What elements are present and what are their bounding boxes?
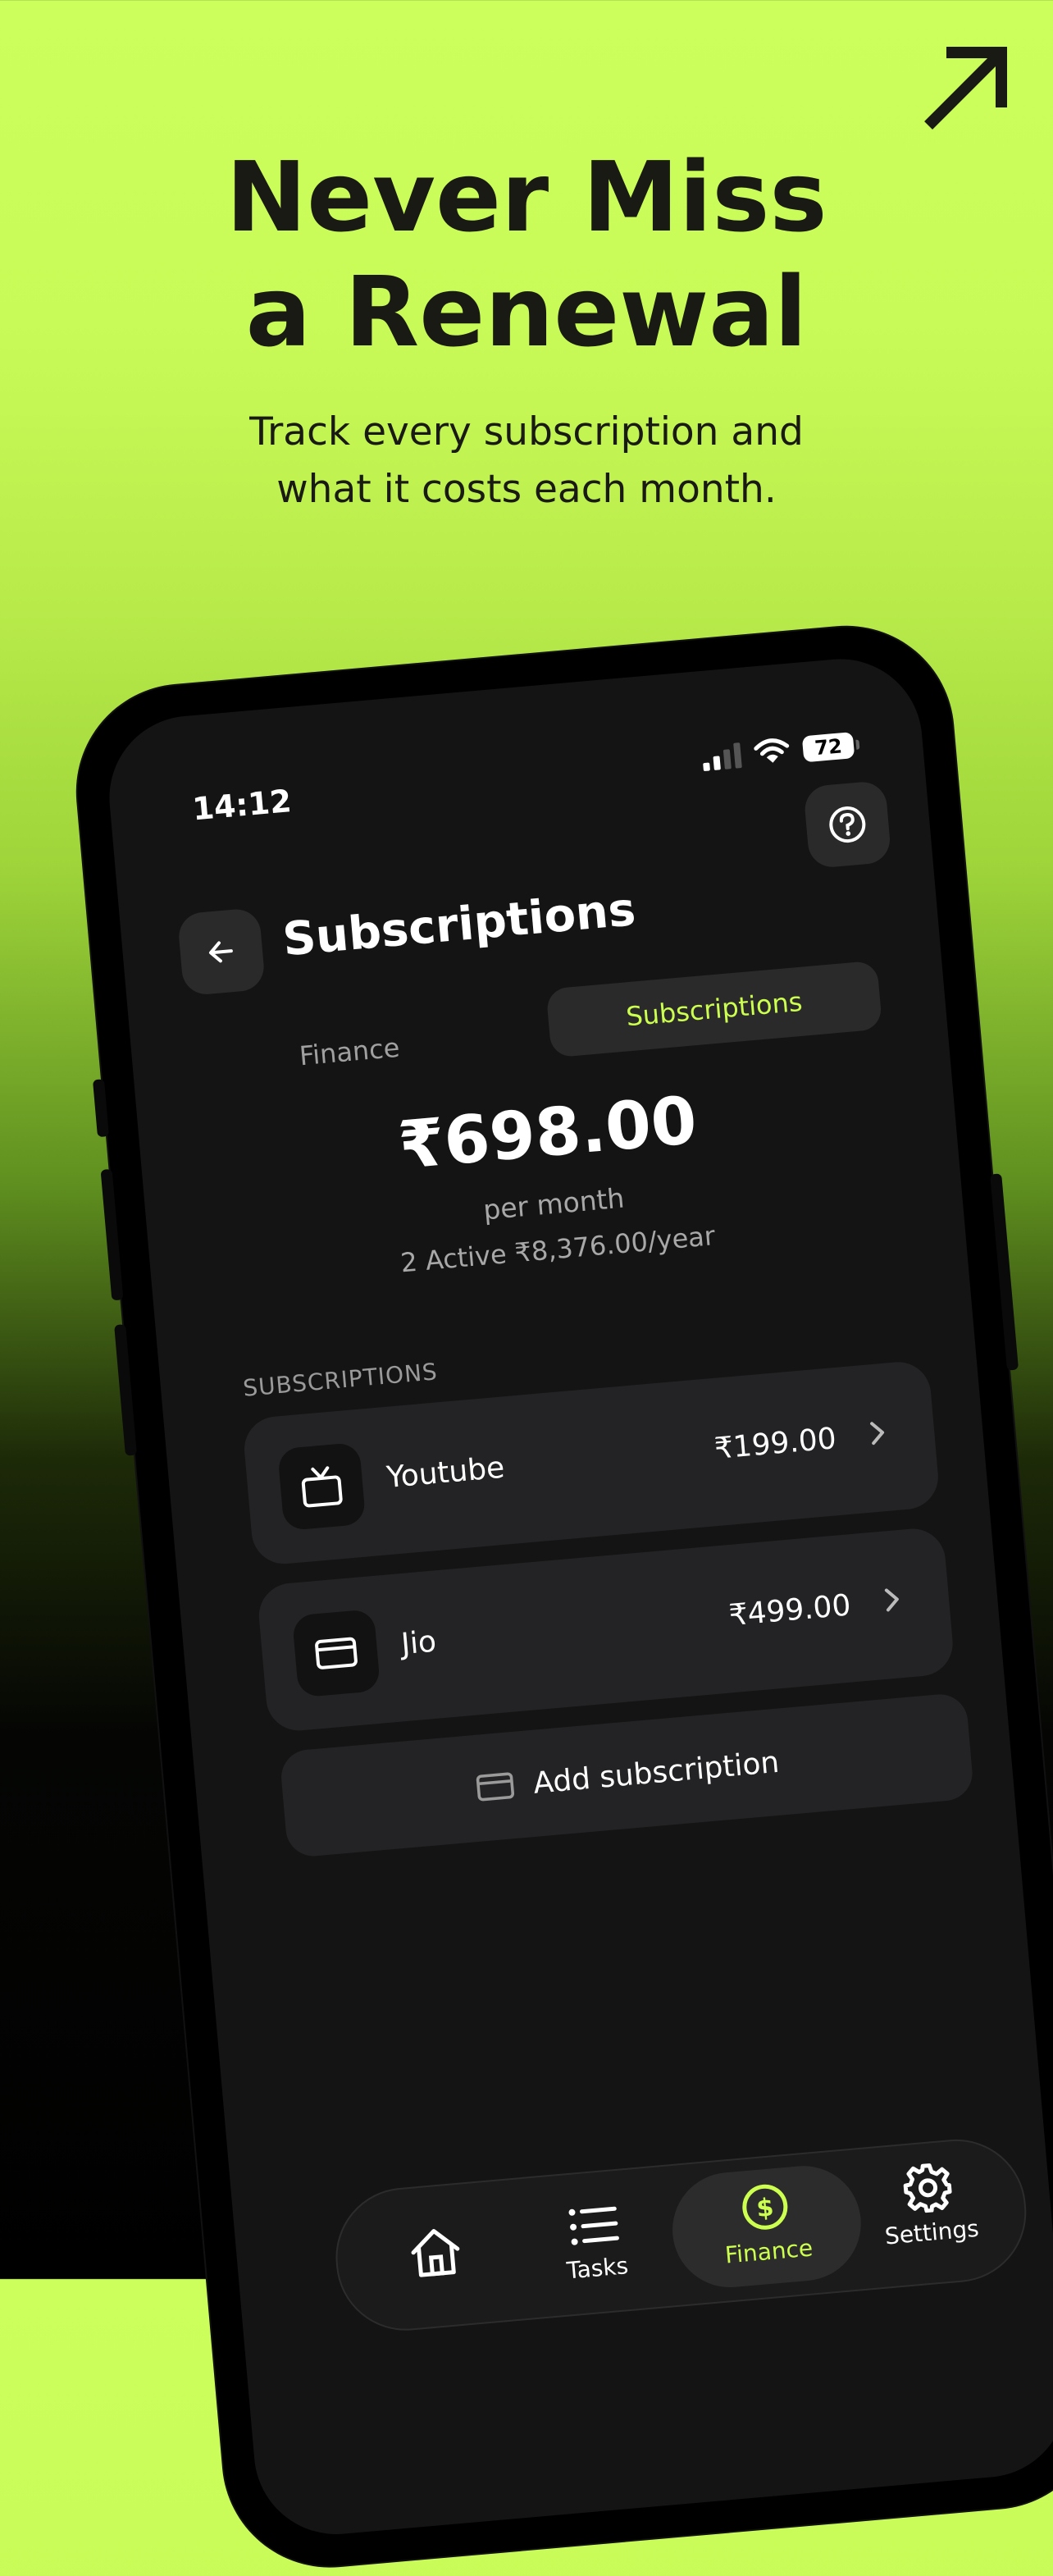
headline: Never Miss a Renewal (0, 139, 1053, 369)
phone-side-button (990, 1173, 1019, 1371)
signal-icon (701, 740, 742, 772)
bottom-nav: Tasks $ Finance Settings (330, 2133, 1032, 2336)
battery-icon: 72 (801, 732, 855, 763)
subscription-icon-box (277, 1441, 367, 1532)
back-button[interactable] (176, 907, 267, 997)
page-title: Subscriptions (280, 883, 638, 967)
subscription-icon-box (291, 1609, 381, 1698)
status-time: 14:12 (190, 783, 294, 828)
section-label: SUBSCRIPTIONS (241, 1358, 439, 1402)
subheadline-line-1: Track every subscription and (249, 409, 804, 454)
subscription-name: Youtube (385, 1450, 506, 1495)
subscription-price: ₹499.00 (727, 1588, 853, 1633)
subheadline-line-2: what it costs each month. (276, 467, 777, 512)
svg-text:$: $ (755, 2193, 775, 2223)
credit-card-icon (476, 1772, 514, 1802)
nav-finance-label: Finance (723, 2234, 814, 2269)
add-subscription-label: Add subscription (531, 1745, 781, 1801)
dollar-circle-icon: $ (742, 2184, 788, 2230)
subscription-name: Jio (399, 1624, 438, 1662)
status-icons: 72 (701, 730, 855, 772)
chevron-right-icon (870, 1422, 885, 1446)
phone-side-button (114, 1324, 138, 1456)
tab-finance[interactable]: Finance (244, 1006, 455, 1097)
headline-line-1: Never Miss (226, 140, 827, 253)
phone-side-button (92, 1079, 110, 1138)
tab-subscriptions[interactable]: Subscriptions (545, 960, 883, 1058)
subheadline: Track every subscription and what it cos… (0, 404, 1053, 518)
credit-card-icon (315, 1637, 358, 1669)
nav-settings-label: Settings (883, 2214, 980, 2250)
nav-settings[interactable]: Settings (844, 2154, 1014, 2253)
arrow-up-right-icon[interactable] (923, 41, 1013, 131)
nav-finance[interactable]: $ Finance (668, 2161, 866, 2292)
chevron-right-icon (884, 1588, 899, 1612)
phone-screen: 14:12 72 Subscriptions Finance Subscript… (103, 652, 1053, 2542)
subscription-price: ₹199.00 (713, 1422, 838, 1467)
nav-tasks-label: Tasks (565, 2252, 630, 2285)
help-button[interactable] (803, 779, 892, 870)
arrow-left-icon (208, 941, 233, 963)
gear-icon (903, 2163, 952, 2213)
tv-icon (301, 1466, 343, 1508)
phone-mockup: 14:12 72 Subscriptions Finance Subscript… (68, 618, 1053, 2575)
phone-side-button (100, 1168, 124, 1301)
wifi-icon (754, 738, 790, 763)
nav-home[interactable] (351, 2216, 520, 2294)
question-circle-icon (829, 806, 866, 843)
home-icon (411, 2229, 460, 2277)
nav-tasks[interactable]: Tasks (510, 2195, 681, 2289)
headline-line-2: a Renewal (245, 255, 808, 368)
list-icon (568, 2206, 619, 2245)
